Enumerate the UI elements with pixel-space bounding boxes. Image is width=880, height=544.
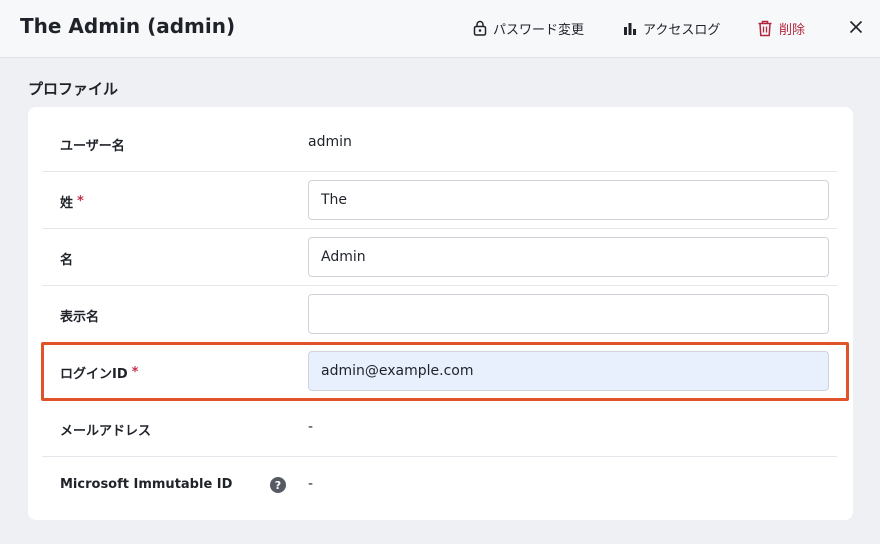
- access-log-label: アクセスログ: [643, 22, 721, 38]
- last-name-row: 姓 *: [42, 172, 837, 229]
- access-log-button[interactable]: アクセスログ: [623, 17, 720, 39]
- required-mark: *: [77, 194, 84, 209]
- dialog-title: The Admin (admin): [20, 14, 236, 38]
- delete-button[interactable]: 削除: [757, 17, 805, 39]
- delete-label: 削除: [779, 22, 806, 38]
- email-row: メールアドレス -: [42, 400, 837, 457]
- change-password-label: パスワード変更: [493, 22, 585, 38]
- username-label: ユーザー名: [60, 139, 125, 154]
- help-icon[interactable]: ?: [270, 477, 286, 493]
- login-id-row: ログインID *: [42, 343, 837, 400]
- login-id-label: ログインID *: [60, 365, 139, 382]
- first-name-label: 名: [60, 253, 74, 268]
- display-name-label: 表示名: [60, 310, 100, 325]
- section-title: プロファイル: [28, 80, 119, 98]
- lock-icon: [473, 20, 487, 36]
- trash-icon: [758, 20, 772, 36]
- close-icon: [849, 20, 863, 34]
- last-name-input[interactable]: [308, 180, 829, 220]
- last-name-label: 姓 *: [60, 194, 84, 211]
- bar-chart-icon: [624, 23, 636, 35]
- display-name-row: 表示名: [42, 286, 837, 343]
- username-value: admin: [308, 134, 352, 150]
- display-name-input[interactable]: [308, 294, 829, 334]
- required-mark: *: [131, 365, 139, 380]
- first-name-row: 名: [42, 229, 837, 286]
- immutable-id-row: Microsoft Immutable ID -: [42, 457, 837, 514]
- login-id-input[interactable]: [308, 351, 829, 391]
- email-label: メールアドレス: [60, 424, 152, 439]
- email-value: -: [308, 419, 314, 435]
- change-password-button[interactable]: パスワード変更: [473, 17, 584, 39]
- dialog-header: The Admin (admin) パスワード変更 アクセスログ 削除: [0, 0, 880, 58]
- immutable-id-label: Microsoft Immutable ID: [60, 477, 233, 492]
- immutable-id-value: -: [308, 476, 314, 492]
- username-row: ユーザー名 admin: [42, 115, 837, 172]
- first-name-input[interactable]: [308, 237, 829, 277]
- close-button[interactable]: [846, 17, 866, 37]
